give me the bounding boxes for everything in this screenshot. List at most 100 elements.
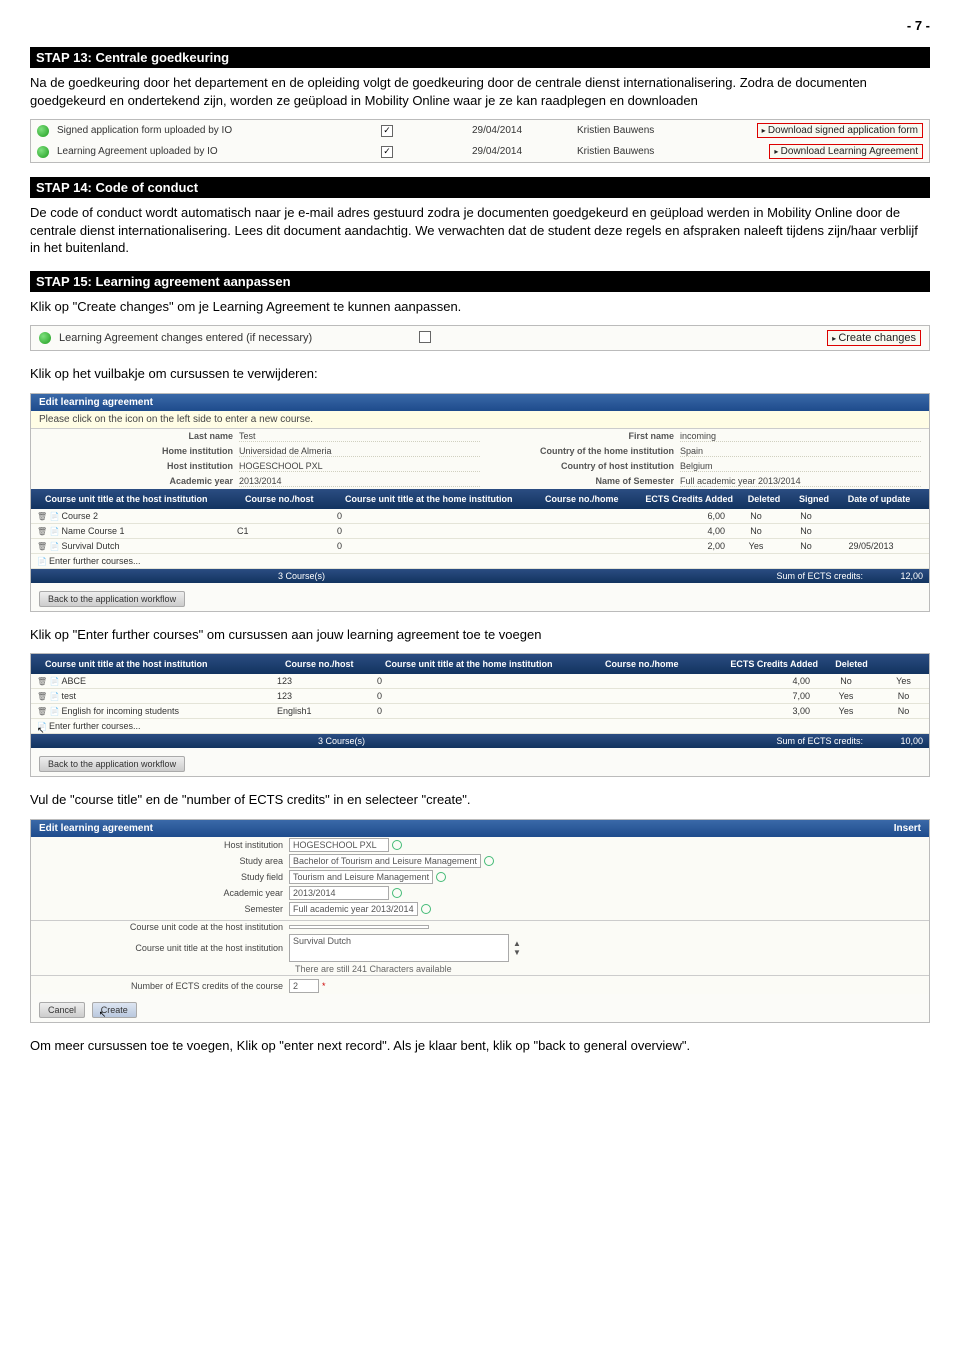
row-label: Signed application form uploaded by IO xyxy=(57,125,357,136)
table-header: Course unit title at the host institutio… xyxy=(31,654,929,674)
trash-icon[interactable] xyxy=(37,526,47,536)
download-panel: Signed application form uploaded by IO ✓… xyxy=(30,119,930,163)
panel-title-bar: Edit learning agreement xyxy=(39,823,153,834)
sum-label: Sum of ECTS credits: xyxy=(331,569,869,583)
th-hno: Course no./home xyxy=(599,657,704,671)
th-home-no: Course no./home xyxy=(539,492,639,506)
spin-up-icon[interactable]: ▲ xyxy=(513,939,521,948)
table-row[interactable]: Survival Dutch 0 2,00 Yes No 29/05/2013 xyxy=(31,539,929,554)
checkbox-icon: ✓ xyxy=(381,146,393,158)
th-host: Course unit title at the host institutio… xyxy=(39,657,279,671)
sum-label: Sum of ECTS credits: xyxy=(371,734,869,748)
edit-learning-agreement-panel: Edit learning agreement Please click on … xyxy=(30,393,930,612)
row-user: Kristien Bauwens xyxy=(577,125,717,136)
host-inst-select[interactable]: HOGESCHOOL PXL xyxy=(289,838,389,852)
reload-icon[interactable] xyxy=(484,856,494,866)
trash-icon[interactable] xyxy=(37,511,47,521)
course-title-textarea[interactable]: Survival Dutch xyxy=(289,934,509,962)
th-del: Deleted xyxy=(739,492,789,506)
back-button[interactable]: Back to the application workflow xyxy=(39,756,185,772)
changes-label: Learning Agreement changes entered (if n… xyxy=(59,332,419,344)
reload-icon[interactable] xyxy=(421,904,431,914)
back-button[interactable]: Back to the application workflow xyxy=(39,591,185,607)
enter-further-row[interactable]: Enter further courses... xyxy=(31,719,929,734)
table-row[interactable]: ABCE 123 0 4,00 No Yes xyxy=(31,674,929,689)
table-row[interactable]: Name Course 1 C1 0 4,00 No No xyxy=(31,524,929,539)
table-row[interactable]: Course 2 0 6,00 No No xyxy=(31,509,929,524)
trash-icon[interactable] xyxy=(37,541,47,551)
study-field-select[interactable]: Tourism and Leisure Management xyxy=(289,870,433,884)
reload-icon[interactable] xyxy=(436,872,446,882)
step-14-paragraph: De code of conduct wordt automatisch naa… xyxy=(30,204,930,257)
insert-course-panel: Edit learning agreement Insert Host inst… xyxy=(30,819,930,1023)
table-header: Course unit title at the host institutio… xyxy=(31,489,929,509)
status-dot-icon xyxy=(39,332,51,344)
study-area-label: Study area xyxy=(39,856,289,866)
status-dot-icon xyxy=(37,146,49,158)
download-row: Learning Agreement uploaded by IO ✓ 29/0… xyxy=(31,141,929,162)
th-home: Course unit title at the home institutio… xyxy=(379,657,599,671)
download-signed-form-link[interactable]: Download signed application form xyxy=(757,123,923,138)
home-inst-label: Home institution xyxy=(39,446,239,457)
home-inst-value: Universidad de Almeria xyxy=(239,446,480,457)
th-del: Deleted xyxy=(824,657,879,671)
panel-title-bar: Edit learning agreement xyxy=(31,394,929,411)
insert-mode-label: Insert xyxy=(894,823,921,834)
table-row[interactable]: test 123 0 7,00 Yes No xyxy=(31,689,929,704)
acad-year-value: 2013/2014 xyxy=(239,476,480,487)
text-enter-further: Klik op "Enter further courses" om cursu… xyxy=(30,626,930,644)
spin-down-icon[interactable]: ▼ xyxy=(513,948,521,957)
trash-icon[interactable] xyxy=(37,691,47,701)
acad-year-label: Academic year xyxy=(39,888,289,898)
host-country-value: Belgium xyxy=(680,461,921,472)
semester-label: Name of Semester xyxy=(480,476,680,487)
checkbox-icon xyxy=(419,331,431,343)
ects-input[interactable]: 2 xyxy=(289,979,319,993)
sum-value: 12,00 xyxy=(869,569,929,583)
create-changes-link[interactable]: Create changes xyxy=(827,330,921,346)
th-host: Course unit title at the host institutio… xyxy=(39,492,239,506)
page-number: - 7 - xyxy=(30,18,930,33)
enter-further-link[interactable]: Enter further courses... xyxy=(49,721,141,731)
enter-further-link[interactable]: Enter further courses... xyxy=(49,556,141,566)
last-name-label: Last name xyxy=(39,431,239,442)
doc-icon xyxy=(50,511,62,521)
semester-select[interactable]: Full academic year 2013/2014 xyxy=(289,902,418,916)
course-code-label: Course unit code at the host institution xyxy=(39,922,289,932)
download-learning-agreement-link[interactable]: Download Learning Agreement xyxy=(769,144,923,159)
row-date: 29/04/2014 xyxy=(417,125,577,136)
host-inst-value: HOGESCHOOL PXL xyxy=(239,461,480,472)
reload-icon[interactable] xyxy=(392,840,402,850)
study-field-label: Study field xyxy=(39,872,289,882)
cancel-button[interactable]: Cancel xyxy=(39,1002,85,1018)
table-row[interactable]: English for incoming students English1 0… xyxy=(31,704,929,719)
semester-label: Semester xyxy=(39,904,289,914)
doc-icon xyxy=(50,676,62,686)
semester-value: Full academic year 2013/2014 xyxy=(680,476,921,487)
reload-icon[interactable] xyxy=(392,888,402,898)
trash-icon[interactable] xyxy=(37,706,47,716)
host-inst-label: Host institution xyxy=(39,461,239,472)
required-icon: * xyxy=(322,981,326,991)
ects-label: Number of ECTS credits of the course xyxy=(39,981,289,991)
enter-further-row[interactable]: Enter further courses... xyxy=(31,554,929,569)
doc-icon xyxy=(50,706,62,716)
step-13-header: STAP 13: Centrale goedkeuring xyxy=(30,47,930,68)
text-footer: Om meer cursussen toe te voegen, Klik op… xyxy=(30,1037,930,1055)
last-name-value: Test xyxy=(239,431,480,442)
th-no: Course no./host xyxy=(239,492,339,506)
doc-icon xyxy=(50,691,62,701)
first-name-label: First name xyxy=(480,431,680,442)
th-ects: ECTS Credits Added xyxy=(704,657,824,671)
acad-year-select[interactable]: 2013/2014 xyxy=(289,886,389,900)
create-button[interactable]: Create xyxy=(92,1002,137,1018)
row-user: Kristien Bauwens xyxy=(577,146,717,157)
doc-icon xyxy=(37,721,49,731)
course-title-label: Course unit title at the host institutio… xyxy=(39,943,289,953)
download-row: Signed application form uploaded by IO ✓… xyxy=(31,120,929,141)
study-area-select[interactable]: Bachelor of Tourism and Leisure Manageme… xyxy=(289,854,481,868)
trash-icon[interactable] xyxy=(37,676,47,686)
host-inst-label: Host institution xyxy=(39,840,289,850)
course-code-input[interactable] xyxy=(289,925,429,929)
host-country-label: Country of host institution xyxy=(480,461,680,472)
